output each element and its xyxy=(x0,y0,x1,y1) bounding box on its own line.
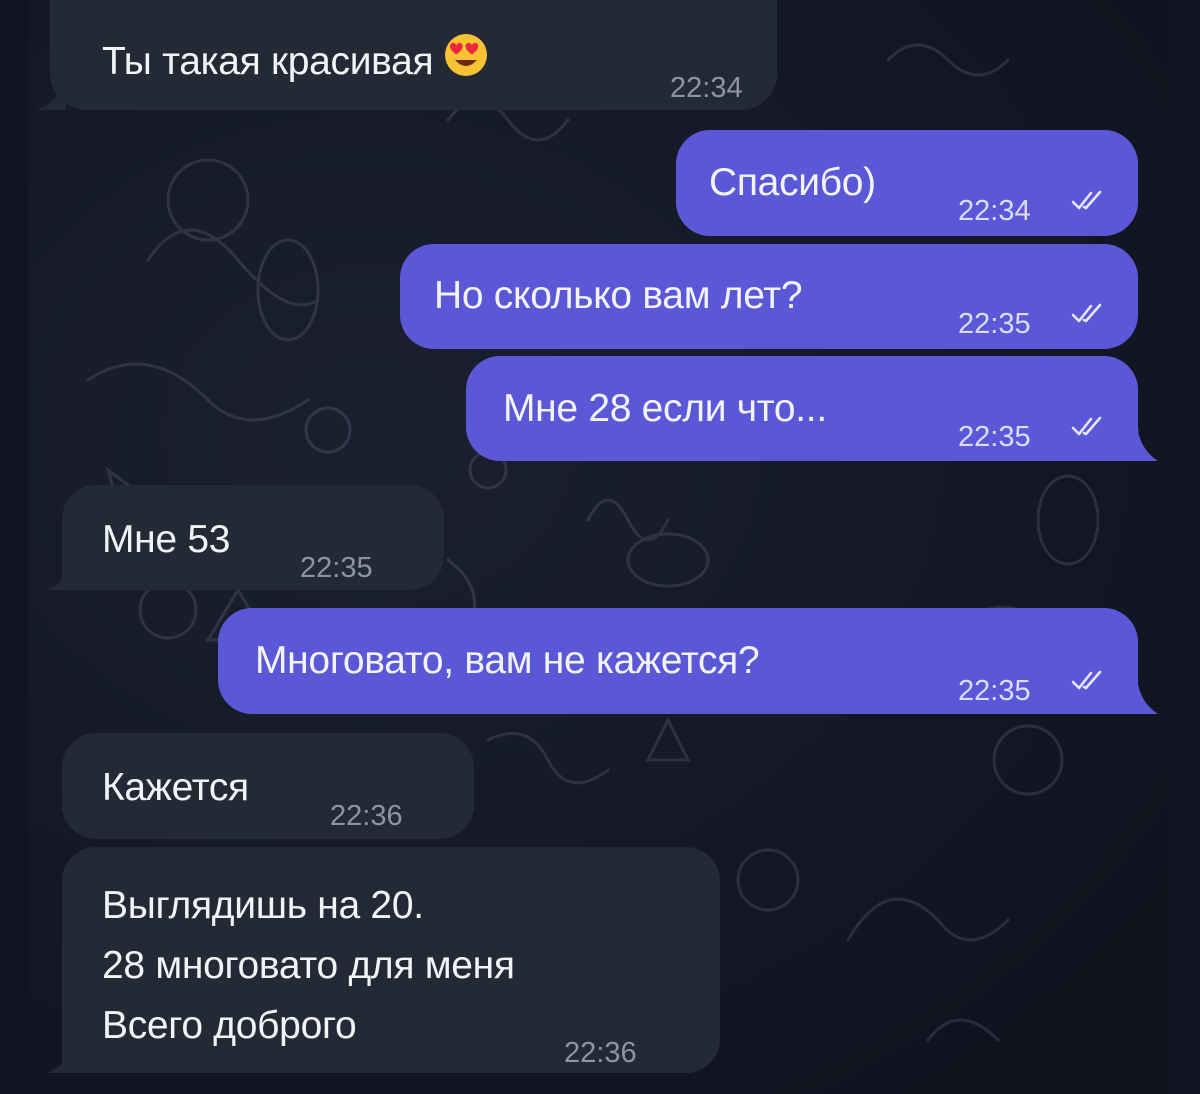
message-time: 22:35 xyxy=(958,308,1031,340)
bubble-tail xyxy=(1138,684,1158,714)
bubble-tail xyxy=(36,80,66,110)
message-time: 22:35 xyxy=(958,421,1031,453)
message-text: Мне 28 если что... xyxy=(503,387,827,430)
chat-messages-area[interactable]: Ты такая красивая 22:34 Спасибо) 22:34 Н… xyxy=(28,0,1168,1094)
message-time: 22:34 xyxy=(670,72,743,104)
message-bubble-incoming[interactable]: Ты такая красивая 22:34 xyxy=(50,0,777,110)
message-time: 22:35 xyxy=(958,675,1031,707)
message-text-line: Всего доброго xyxy=(102,1004,357,1047)
message-text: Ты такая красивая xyxy=(102,28,489,90)
message-text-line: Выглядишь на 20. xyxy=(102,884,424,927)
message-bubble-incoming[interactable]: Выглядишь на 20. 28 многовато для меня В… xyxy=(62,847,720,1073)
message-bubble-outgoing[interactable]: Мне 28 если что... 22:35 xyxy=(466,356,1138,461)
bubble-tail xyxy=(46,560,76,590)
bubble-tail xyxy=(1138,431,1158,461)
message-bubble-incoming[interactable]: Кажется 22:36 xyxy=(62,733,474,839)
read-checkmarks-icon xyxy=(1071,670,1102,690)
message-bubble-incoming[interactable]: Мне 53 22:35 xyxy=(62,485,444,590)
message-text: Кажется xyxy=(102,766,249,809)
chat-screen: Ты такая красивая 22:34 Спасибо) 22:34 Н… xyxy=(0,0,1200,1094)
message-bubble-outgoing[interactable]: Но сколько вам лет? 22:35 xyxy=(400,244,1138,349)
bubble-tail xyxy=(46,1043,76,1073)
message-text-line: 28 многовато для меня xyxy=(102,944,515,987)
message-text: Мне 53 xyxy=(102,518,231,561)
message-time: 22:36 xyxy=(564,1037,637,1069)
read-checkmarks-icon xyxy=(1071,303,1102,323)
message-bubble-outgoing[interactable]: Многовато, вам не кажется? 22:35 xyxy=(218,608,1138,714)
message-time: 22:35 xyxy=(300,552,373,584)
read-checkmarks-icon xyxy=(1071,416,1102,436)
message-text: Но сколько вам лет? xyxy=(434,274,803,317)
message-bubble-outgoing[interactable]: Спасибо) 22:34 xyxy=(676,130,1138,236)
read-checkmarks-icon xyxy=(1071,190,1102,210)
message-time: 22:36 xyxy=(330,800,403,832)
heart-eyes-emoji-icon xyxy=(445,34,488,76)
message-time: 22:34 xyxy=(958,195,1031,227)
message-text: Спасибо) xyxy=(709,161,876,204)
message-text: Многовато, вам не кажется? xyxy=(255,639,760,682)
